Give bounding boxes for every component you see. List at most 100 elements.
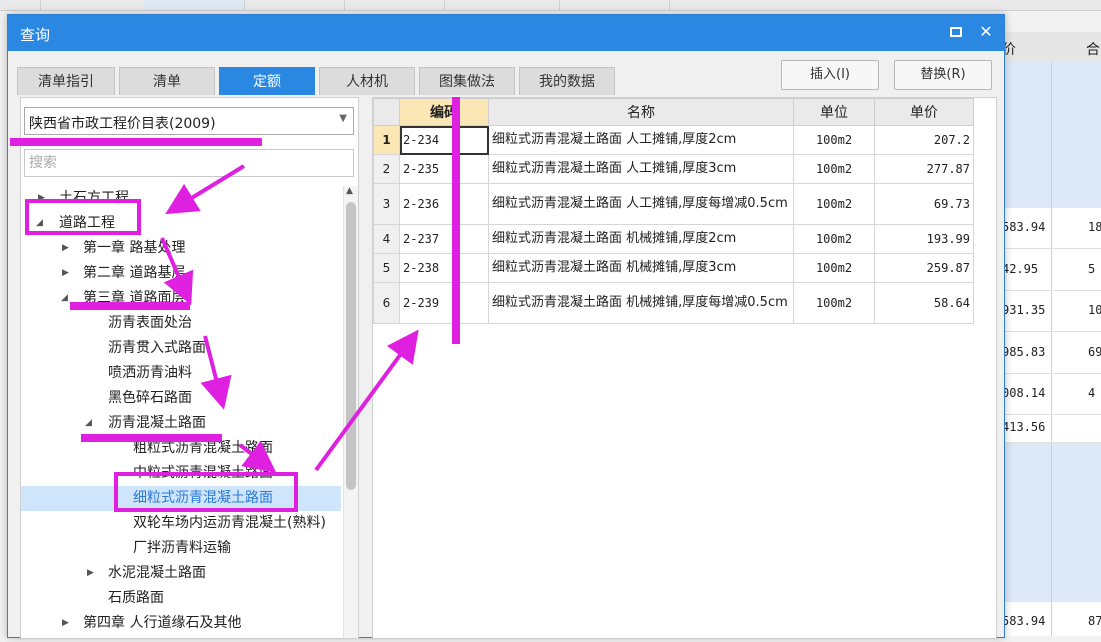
- background-row: 583.94 87: [1002, 614, 1101, 628]
- table-row[interactable]: 2 2-235 细粒式沥青混凝土路面 人工摊铺,厚度3cm 100m2 277.…: [373, 154, 974, 184]
- background-tab: [559, 0, 670, 10]
- expand-arrow-icon[interactable]: ▶: [62, 261, 69, 286]
- row-number: 5: [373, 253, 400, 283]
- search-input[interactable]: [24, 149, 354, 177]
- expand-arrow-icon[interactable]: ▶: [62, 611, 69, 636]
- tree-node[interactable]: 厂拌沥青料运输: [21, 536, 341, 561]
- catalog-tree: ▶ 土石方工程 ◢ 道路工程 ▶ 第一章 路基处理 ▶ 第二章 道路基层 ◢ 第三章 道路…: [21, 186, 341, 638]
- row-number: 2: [373, 154, 400, 184]
- unit-cell[interactable]: 100m2: [793, 183, 875, 225]
- scrollbar-thumb[interactable]: [346, 202, 356, 490]
- price-cell[interactable]: 193.99: [874, 224, 974, 254]
- background-tab: [0, 0, 41, 10]
- maximize-icon[interactable]: [944, 21, 968, 43]
- tree-node[interactable]: 沥青表面处治: [21, 311, 341, 336]
- unit-cell[interactable]: 100m2: [793, 154, 875, 184]
- column-header-price[interactable]: 单价: [874, 98, 974, 126]
- column-header-unit[interactable]: 单位: [793, 98, 875, 126]
- price-cell[interactable]: 259.87: [874, 253, 974, 283]
- row-number-header: [373, 98, 400, 126]
- background-row: 931.35 10: [1000, 291, 1101, 332]
- expand-arrow-icon[interactable]: ▶: [62, 236, 69, 261]
- scroll-up-icon[interactable]: ▲: [346, 186, 353, 196]
- collapse-arrow-icon[interactable]: ◢: [61, 286, 68, 311]
- code-cell[interactable]: 2-237: [399, 224, 489, 254]
- code-cell[interactable]: 2-239: [399, 282, 489, 324]
- table-row[interactable]: 3 2-236 细粒式沥青混凝土路面 人工摊铺,厚度每增减0.5cm 100m2…: [373, 183, 974, 225]
- code-cell[interactable]: 2-235: [399, 154, 489, 184]
- tree-node[interactable]: ◢ 第三章 道路面层: [21, 286, 341, 311]
- name-cell[interactable]: 细粒式沥青混凝土路面 人工摊铺,厚度每增减0.5cm: [488, 183, 794, 225]
- row-number: 6: [373, 282, 400, 324]
- insert-button[interactable]: 插入(I): [781, 60, 879, 90]
- price-cell[interactable]: 277.87: [874, 154, 974, 184]
- catalog-panel: 陕西省市政工程价目表(2009) ▼ ▶土石方工程 ◢道路工程 ▶第一章 路基处…: [20, 97, 359, 639]
- row-number: 1: [373, 125, 400, 155]
- name-cell[interactable]: 细粒式沥青混凝土路面 人工摊铺,厚度3cm: [488, 154, 794, 184]
- tab-bill-guide[interactable]: 清单指引: [17, 67, 115, 95]
- tree-node[interactable]: 黑色碎石路面: [21, 386, 341, 411]
- table-row[interactable]: 6 2-239 细粒式沥青混凝土路面 机械摊铺,厚度每增减0.5cm 100m2…: [373, 282, 974, 324]
- price-cell[interactable]: 207.2: [874, 125, 974, 155]
- unit-cell[interactable]: 100m2: [793, 125, 875, 155]
- name-cell[interactable]: 细粒式沥青混凝土路面 机械摊铺,厚度3cm: [488, 253, 794, 283]
- code-cell[interactable]: 2-238: [399, 253, 489, 283]
- catalog-select-value: 陕西省市政工程价目表(2009): [29, 116, 216, 132]
- column-header-name[interactable]: 名称: [488, 98, 794, 126]
- row-number: 4: [373, 224, 400, 254]
- expand-arrow-icon[interactable]: ▶: [38, 186, 45, 211]
- name-cell[interactable]: 细粒式沥青混凝土路面 机械摊铺,厚度2cm: [488, 224, 794, 254]
- name-cell[interactable]: 细粒式沥青混凝土路面 机械摊铺,厚度每增减0.5cm: [488, 282, 794, 324]
- background-tab: [444, 0, 560, 10]
- table-row[interactable]: 1 2-234 细粒式沥青混凝土路面 人工摊铺,厚度2cm 100m2 207.…: [373, 125, 974, 155]
- tree-node[interactable]: 中粒式沥青混凝土路面: [21, 461, 341, 486]
- collapse-arrow-icon[interactable]: ◢: [36, 211, 43, 236]
- tree-node[interactable]: ▶ 第四章 人行道缘石及其他: [21, 611, 341, 636]
- tree-node[interactable]: ◢ 道路工程: [21, 211, 341, 236]
- code-cell[interactable]: 2-236: [399, 183, 489, 225]
- tab-bill[interactable]: 清单: [119, 67, 215, 95]
- code-cell[interactable]: 2-234: [399, 125, 489, 155]
- table-row[interactable]: 5 2-238 细粒式沥青混凝土路面 机械摊铺,厚度3cm 100m2 259.…: [373, 253, 974, 283]
- tree-node-selected[interactable]: 细粒式沥青混凝土路面: [21, 486, 341, 511]
- close-icon[interactable]: ✕: [974, 21, 998, 43]
- tree-node[interactable]: ▶ 第二章 道路基层: [21, 261, 341, 286]
- tab-materials[interactable]: 人材机: [319, 67, 415, 95]
- tree-node[interactable]: ▶ 第一章 路基处理: [21, 236, 341, 261]
- tree-node[interactable]: 粗粒式沥青混凝土路面: [21, 436, 341, 461]
- tree-node[interactable]: 喷洒沥青油料: [21, 361, 341, 386]
- price-cell[interactable]: 58.64: [874, 282, 974, 324]
- expand-arrow-icon[interactable]: ▶: [87, 561, 94, 586]
- tree-node[interactable]: ◢ 沥青混凝土路面: [21, 411, 341, 436]
- background-grid: 583.94 18 42.95 5 931.35 10 985.83 69 008.14…: [1000, 62, 1101, 636]
- background-header-label: 合: [1086, 42, 1100, 58]
- dialog-titlebar[interactable]: 查询 ✕: [8, 15, 1004, 51]
- name-cell[interactable]: 细粒式沥青混凝土路面 人工摊铺,厚度2cm: [488, 125, 794, 155]
- tree-node[interactable]: ▶ 土石方工程: [21, 186, 341, 211]
- tab-my-data[interactable]: 我的数据: [519, 67, 615, 95]
- tree-node[interactable]: ▶ 水泥混凝土路面: [21, 561, 341, 586]
- tree-scrollbar[interactable]: ▲: [343, 186, 358, 638]
- quota-table: 编码 名称 单位 单价 1 2-234 细粒式沥青混凝土路面 人工摊铺,厚度2c…: [373, 98, 974, 324]
- unit-cell[interactable]: 100m2: [793, 253, 875, 283]
- tab-atlas[interactable]: 图集做法: [419, 67, 515, 95]
- background-row: 42.95 5: [1000, 250, 1101, 291]
- table-row[interactable]: 4 2-237 细粒式沥青混凝土路面 机械摊铺,厚度2cm 100m2 193.…: [373, 224, 974, 254]
- background-tab: [40, 0, 145, 10]
- unit-cell[interactable]: 100m2: [793, 224, 875, 254]
- chevron-down-icon: ▼: [339, 113, 347, 124]
- tree-node[interactable]: 石质路面: [21, 586, 341, 611]
- replace-button[interactable]: 替换(R): [894, 60, 992, 90]
- catalog-select[interactable]: 陕西省市政工程价目表(2009) ▼: [24, 107, 354, 135]
- background-tab: [344, 0, 445, 10]
- tree-node[interactable]: 双轮车场内运沥青混凝土(熟料): [21, 511, 341, 536]
- query-dialog: 查询 ✕ 清单指引 清单 定额 人材机 图集做法 我的数据 插入(I) 替换(R…: [7, 14, 1005, 639]
- background-row: 985.83 69: [1000, 333, 1101, 374]
- tab-quota[interactable]: 定额: [219, 67, 315, 95]
- collapse-arrow-icon[interactable]: ◢: [85, 411, 92, 436]
- background-grid-header: 价 合: [1000, 32, 1101, 63]
- tree-node[interactable]: 沥青贯入式路面: [21, 336, 341, 361]
- column-header-code[interactable]: 编码: [399, 98, 489, 126]
- unit-cell[interactable]: 100m2: [793, 282, 875, 324]
- price-cell[interactable]: 69.73: [874, 183, 974, 225]
